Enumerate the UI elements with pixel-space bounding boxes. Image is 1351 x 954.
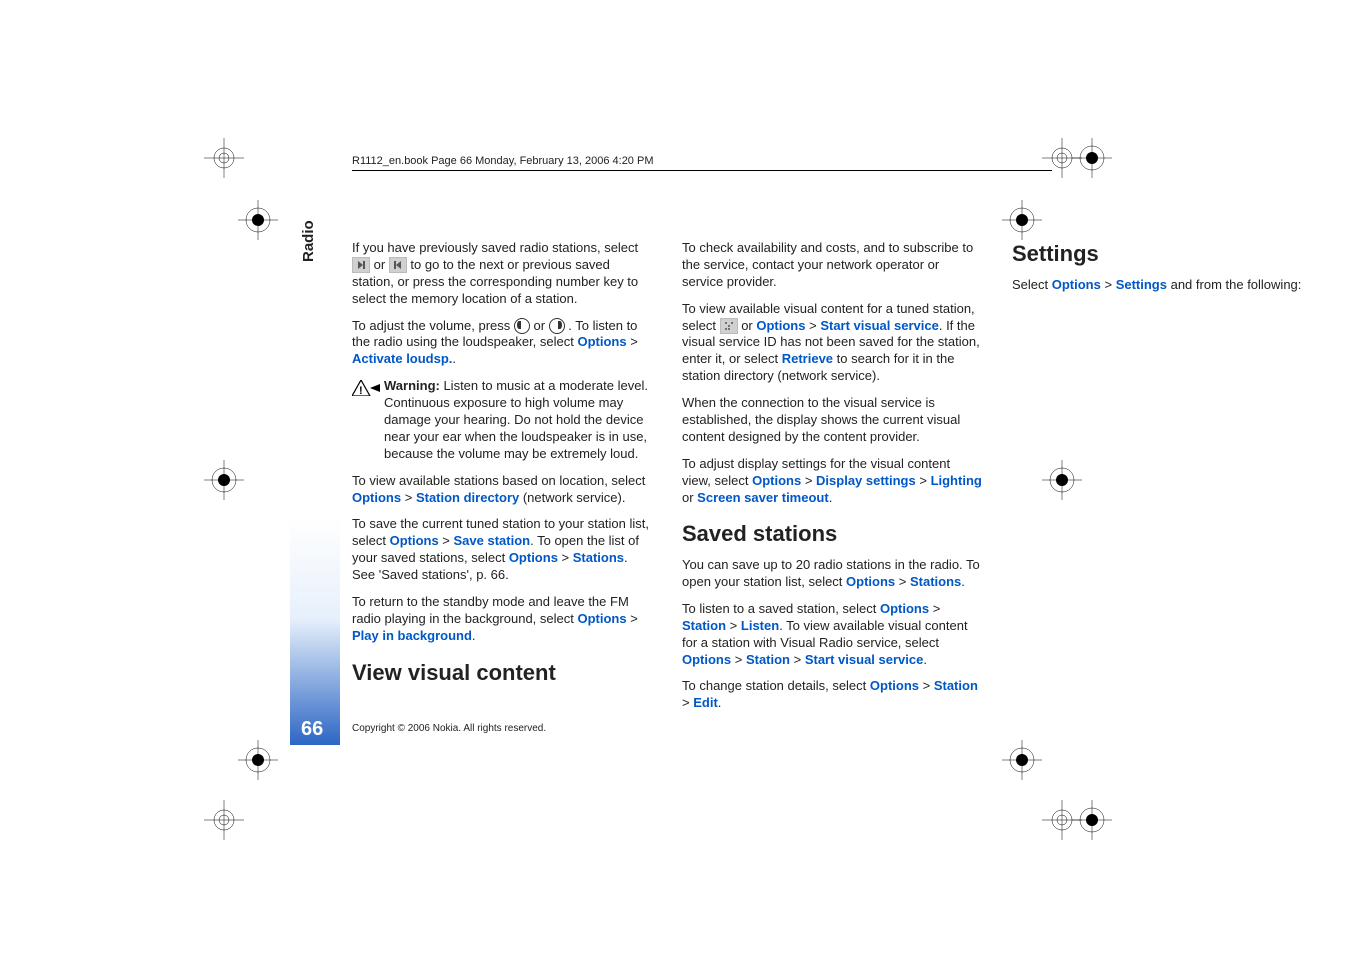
body-paragraph: To return to the standby mode and leave … — [352, 594, 652, 645]
registration-mark-icon — [204, 460, 244, 500]
menu-option: Options — [756, 318, 805, 333]
next-station-key-icon — [352, 257, 370, 273]
menu-option: Station — [934, 678, 978, 693]
body-paragraph: To change station details, select Option… — [682, 678, 982, 712]
header-rule — [352, 170, 1052, 171]
scroll-left-key-icon — [514, 318, 530, 334]
registration-mark-icon — [204, 800, 244, 840]
menu-option: Options — [682, 652, 731, 667]
menu-option: Station — [682, 618, 726, 633]
menu-option: Activate loudsp. — [352, 351, 452, 366]
menu-option: Options — [1052, 277, 1101, 292]
menu-option: Play in background — [352, 628, 472, 643]
menu-option: Retrieve — [782, 351, 833, 366]
menu-option: Start visual service — [820, 318, 939, 333]
body-paragraph: You can save up to 20 radio stations in … — [682, 557, 982, 591]
menu-option: Lighting — [931, 473, 982, 488]
body-paragraph: To listen to a saved station, select Opt… — [682, 601, 982, 669]
registration-mark-icon — [238, 200, 278, 240]
registration-mark-icon — [1042, 460, 1082, 500]
menu-option: Settings — [1116, 277, 1167, 292]
page-number: 66 — [301, 718, 323, 741]
body-paragraph: To adjust display settings for the visua… — [682, 456, 982, 507]
menu-option: Options — [390, 533, 439, 548]
body-paragraph: When the connection to the visual servic… — [682, 395, 982, 446]
registration-mark-icon — [1072, 138, 1112, 178]
menu-option: Options — [870, 678, 919, 693]
page-content: If you have previously saved radio stati… — [352, 240, 982, 715]
warning-block: ! Warning: Listen to music at a moderate… — [352, 378, 652, 462]
body-paragraph: To adjust the volume, press or . To list… — [352, 318, 652, 369]
menu-option: Options — [752, 473, 801, 488]
copyright-footer: Copyright © 2006 Nokia. All rights reser… — [352, 723, 546, 734]
heading-settings: Settings — [1012, 240, 1312, 269]
registration-mark-icon — [1002, 200, 1042, 240]
section-sidebar — [290, 240, 340, 745]
body-paragraph: To view available stations based on loca… — [352, 473, 652, 507]
registration-mark-icon — [1072, 800, 1112, 840]
menu-option: Start visual service — [805, 652, 924, 667]
menu-option: Save station — [454, 533, 531, 548]
section-label: Radio — [300, 220, 317, 262]
visual-service-key-icon — [720, 318, 738, 334]
body-paragraph: To view available visual content for a t… — [682, 301, 982, 385]
menu-option: Display settings — [816, 473, 916, 488]
menu-option: Station — [746, 652, 790, 667]
menu-option: Stations — [910, 574, 961, 589]
menu-option: Listen — [741, 618, 779, 633]
menu-option: Options — [352, 490, 401, 505]
menu-option: Stations — [573, 550, 624, 565]
menu-option: Edit — [693, 695, 718, 710]
menu-option: Options — [577, 611, 626, 626]
menu-option: Options — [577, 334, 626, 349]
page-header-metadata: R1112_en.book Page 66 Monday, February 1… — [352, 155, 653, 167]
menu-option: Options — [846, 574, 895, 589]
menu-option: Options — [509, 550, 558, 565]
registration-mark-icon — [1002, 740, 1042, 780]
menu-option: Options — [880, 601, 929, 616]
heading-saved-stations: Saved stations — [682, 520, 982, 549]
body-paragraph: To check availability and costs, and to … — [682, 240, 982, 291]
svg-text:!: ! — [359, 385, 363, 396]
body-paragraph: Select Options > Settings and from the f… — [1012, 277, 1312, 294]
registration-mark-icon — [204, 138, 244, 178]
heading-view-visual-content: View visual content — [352, 659, 652, 688]
registration-mark-icon — [238, 740, 278, 780]
body-paragraph: If you have previously saved radio stati… — [352, 240, 652, 308]
body-paragraph: To save the current tuned station to you… — [352, 516, 652, 584]
prev-station-key-icon — [389, 257, 407, 273]
menu-option: Screen saver timeout — [697, 490, 829, 505]
warning-icon: ! — [352, 380, 380, 396]
scroll-right-key-icon — [549, 318, 565, 334]
menu-option: Station directory — [416, 490, 519, 505]
